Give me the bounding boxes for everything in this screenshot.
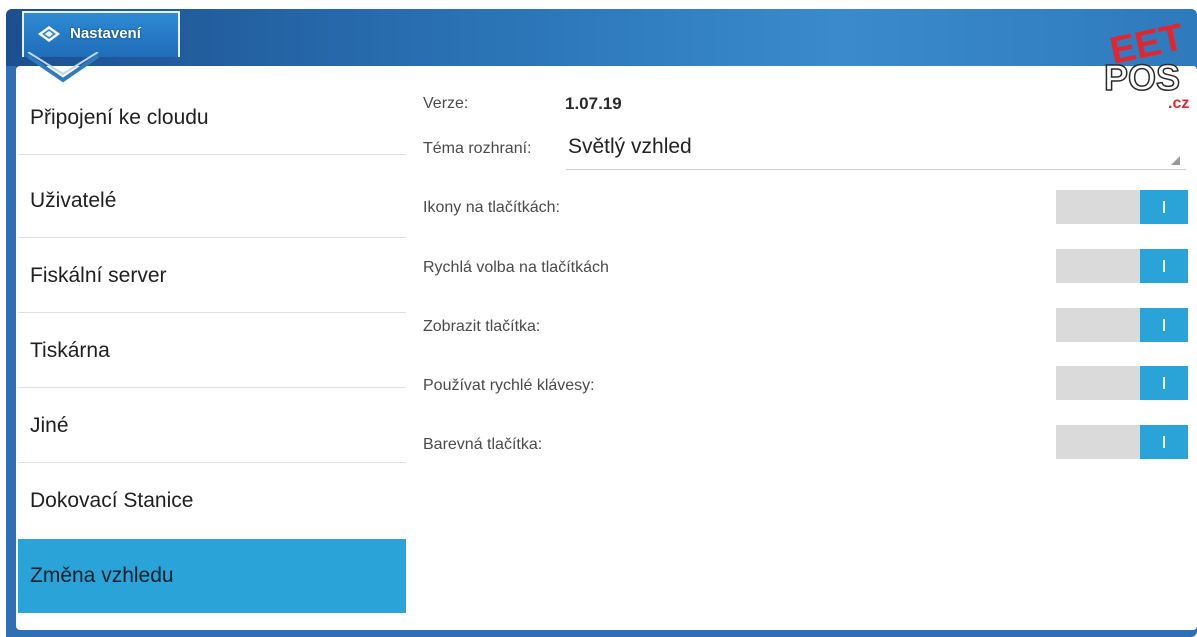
toggle-label-show-buttons: Zobrazit tlačítka:	[423, 318, 541, 335]
toggle-hotkeys[interactable]	[1056, 366, 1188, 400]
left-border	[6, 66, 16, 637]
toggle-button-icons[interactable]	[1056, 190, 1188, 224]
toggle-knob	[1140, 425, 1188, 459]
sidebar-item-label: Připojení ke cloudu	[30, 105, 209, 129]
settings-tab[interactable]: Nastavení	[22, 11, 180, 57]
settings-tab-label: Nastavení	[70, 25, 141, 42]
sidebar-item-label: Uživatelé	[30, 188, 117, 212]
toggle-knob	[1140, 190, 1188, 224]
toggle-label-hotkeys: Používat rychlé klávesy:	[423, 377, 595, 394]
sidebar-item-label: Změna vzhledu	[30, 564, 174, 587]
sidebar-item-label: Dokovací Stanice	[30, 488, 194, 512]
theme-label: Téma rozhraní:	[423, 140, 532, 157]
toggle-colored-buttons[interactable]	[1056, 425, 1188, 459]
sidebar-item-label: Tiskárna	[30, 338, 110, 362]
sidebar-item-other[interactable]: Jiné	[18, 388, 406, 463]
toggle-quick-select[interactable]	[1056, 249, 1188, 283]
eet-pos-logo: EET POS .cz	[1094, 16, 1194, 124]
toggle-label-quick-select: Rychlá volba na tlačítkách	[423, 259, 609, 276]
sidebar-item-label: Jiné	[30, 413, 69, 437]
theme-select[interactable]: Světlý vzhled	[566, 133, 1186, 170]
toggle-show-buttons[interactable]	[1056, 308, 1188, 342]
diamond-logo-icon	[38, 26, 60, 42]
toggle-knob	[1140, 308, 1188, 342]
sidebar-item-docking-station[interactable]: Dokovací Stanice	[18, 463, 406, 538]
svg-text:.cz: .cz	[1168, 95, 1189, 112]
dropdown-corner-icon	[1171, 156, 1180, 165]
theme-select-value: Světlý vzhled	[568, 135, 692, 158]
top-bar	[6, 9, 1197, 67]
sidebar-item-label: Fiskální server	[30, 263, 167, 287]
toggle-knob	[1140, 249, 1188, 283]
toggle-knob	[1140, 366, 1188, 400]
toggle-label-button-icons: Ikony na tlačítkách:	[423, 199, 560, 216]
sidebar-item-cloud[interactable]: Připojení ke cloudu	[18, 80, 406, 155]
version-label: Verze:	[423, 95, 469, 112]
sidebar-item-printer[interactable]: Tiskárna	[18, 313, 406, 388]
sidebar-item-users[interactable]: Uživatelé	[18, 163, 406, 238]
version-value: 1.07.19	[565, 94, 622, 113]
sidebar-item-fiscal-server[interactable]: Fiskální server	[18, 238, 406, 313]
toggle-label-colored-buttons: Barevná tlačítka:	[423, 436, 543, 453]
svg-text:POS: POS	[1104, 57, 1180, 98]
sidebar-item-appearance[interactable]: Změna vzhledu	[18, 539, 406, 613]
